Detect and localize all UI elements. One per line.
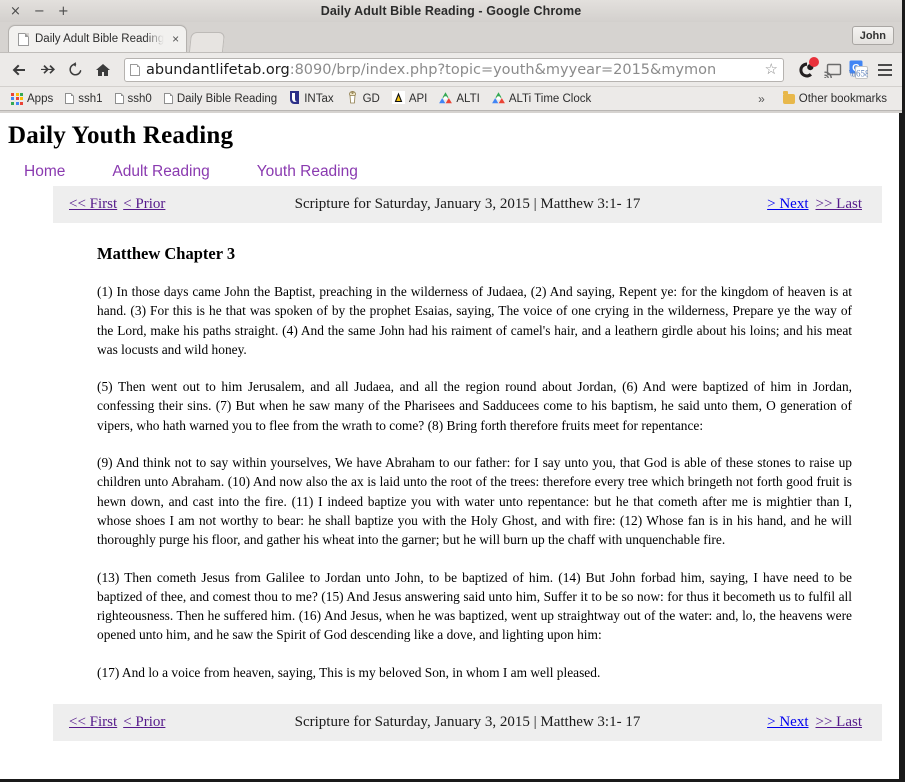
pager-top: << First < Prior Scripture for Saturday,…: [53, 186, 882, 223]
bookmark-label: ALTI: [456, 93, 479, 105]
back-icon[interactable]: [7, 58, 31, 82]
bookmark-alti-time-clock[interactable]: ALTi Time Clock: [487, 89, 596, 109]
tab-title: Daily Adult Bible Reading: [35, 33, 164, 45]
page-title: Daily Youth Reading: [8, 122, 902, 150]
folder-icon: [783, 94, 795, 104]
bookmark-label: ssh0: [128, 93, 152, 105]
document-icon: [65, 93, 74, 104]
bookmark-label: Daily Bible Reading: [177, 93, 277, 105]
intax-icon: [289, 91, 300, 107]
title-bar: × − + Daily Adult Bible Reading - Google…: [0, 0, 902, 22]
nav-item-adult-reading[interactable]: Adult Reading: [112, 163, 209, 181]
alti-icon: [492, 91, 505, 107]
bookmark-alti[interactable]: ALTI: [434, 89, 484, 109]
document-icon: [115, 93, 124, 104]
last-link[interactable]: >> Last: [816, 196, 863, 213]
extension-icon[interactable]: [796, 59, 817, 80]
bookmark-apps[interactable]: Apps: [6, 91, 58, 107]
bookmark-label: API: [409, 93, 428, 105]
pager-caption: Scripture for Saturday, January 3, 2015 …: [53, 196, 882, 213]
prior-link[interactable]: < Prior: [123, 196, 165, 213]
close-tab-icon[interactable]: ×: [172, 33, 179, 45]
url-host: abundantlifetab.org: [146, 62, 290, 78]
scripture-paragraph: (9) And think not to say within yourselv…: [97, 453, 852, 549]
browser-tab[interactable]: Daily Adult Bible Reading ×: [8, 25, 187, 52]
window-title: Daily Adult Bible Reading - Google Chrom…: [0, 4, 902, 18]
tab-favicon-icon: [18, 33, 29, 46]
cast-icon[interactable]: [822, 59, 843, 80]
browser-toolbar: abundantlifetab.org:8090/brp/index.php?t…: [0, 52, 902, 86]
url-path: :8090/brp/index.php?topic=youth&myyear=2…: [290, 62, 717, 78]
browser-window: × − + Daily Adult Bible Reading - Google…: [0, 0, 905, 782]
bookmarks-overflow-icon[interactable]: »: [753, 92, 770, 106]
first-link[interactable]: << First: [69, 196, 117, 213]
scripture-body: Matthew Chapter 3 (1) In those days came…: [53, 244, 882, 682]
forward-icon[interactable]: [35, 58, 59, 82]
api-icon: [392, 91, 405, 107]
scripture-paragraph: (1) In those days came John the Baptist,…: [97, 282, 852, 359]
pager-bottom: << First < Prior Scripture for Saturday,…: [53, 704, 882, 741]
home-icon[interactable]: [91, 58, 115, 82]
pager-left-links: << First < Prior: [53, 196, 165, 213]
prior-link[interactable]: < Prior: [123, 714, 165, 731]
bookmark-intax[interactable]: INTax: [284, 89, 338, 109]
google-translate-icon[interactable]: G \u6587: [848, 59, 869, 80]
bookmark-label: ssh1: [78, 93, 102, 105]
svg-text:\u6587: \u6587: [849, 68, 868, 78]
bookmark-label: Apps: [27, 93, 53, 105]
next-link[interactable]: > Next: [767, 714, 808, 731]
chrome-menu-icon[interactable]: [874, 59, 895, 80]
tab-strip: Daily Adult Bible Reading × John: [0, 22, 902, 52]
bookmark-star-icon[interactable]: ☆: [765, 62, 778, 77]
gd-icon: [346, 91, 359, 107]
web-page: Daily Youth Reading Home Adult Reading Y…: [0, 122, 902, 779]
pager-right-links: > Next >> Last: [767, 714, 862, 731]
bookmark-label: GD: [363, 93, 380, 105]
extension-badge: [809, 57, 819, 67]
scripture-paragraph: (5) Then went out to him Jerusalem, and …: [97, 377, 852, 435]
bookmark-api[interactable]: API: [387, 89, 433, 109]
pager-caption: Scripture for Saturday, January 3, 2015 …: [53, 714, 882, 731]
next-link[interactable]: > Next: [767, 196, 808, 213]
apps-grid-icon: [11, 93, 23, 105]
page-viewport: Daily Youth Reading Home Adult Reading Y…: [0, 113, 902, 779]
bookmarks-bar: Apps ssh1 ssh0 Daily Bible Reading INTax: [0, 86, 902, 111]
document-icon: [164, 93, 173, 104]
scripture-paragraph: (13) Then cometh Jesus from Galilee to J…: [97, 568, 852, 645]
new-tab-button[interactable]: [189, 32, 225, 52]
other-bookmarks-label: Other bookmarks: [799, 93, 887, 105]
page-favicon-icon: [130, 64, 140, 76]
pager-left-links: << First < Prior: [53, 714, 165, 731]
bookmark-daily-bible-reading[interactable]: Daily Bible Reading: [159, 91, 282, 107]
other-bookmarks-folder[interactable]: Other bookmarks: [778, 91, 892, 107]
site-navigation: Home Adult Reading Youth Reading: [0, 163, 902, 181]
pager-right-links: > Next >> Last: [767, 196, 862, 213]
bookmark-label: INTax: [304, 93, 333, 105]
scripture-paragraph: (17) And lo a voice from heaven, saying,…: [97, 663, 852, 682]
nav-item-home[interactable]: Home: [24, 163, 65, 181]
bookmark-gd[interactable]: GD: [341, 89, 385, 109]
address-bar[interactable]: abundantlifetab.org:8090/brp/index.php?t…: [124, 58, 784, 82]
extension-icons: G \u6587: [793, 59, 895, 80]
address-bar-url: abundantlifetab.org:8090/brp/index.php?t…: [146, 62, 761, 78]
bookmark-ssh0[interactable]: ssh0: [110, 91, 157, 107]
bookmark-ssh1[interactable]: ssh1: [60, 91, 107, 107]
last-link[interactable]: >> Last: [816, 714, 863, 731]
profile-button[interactable]: John: [852, 26, 894, 45]
nav-item-youth-reading[interactable]: Youth Reading: [257, 163, 358, 181]
reload-icon[interactable]: [63, 58, 87, 82]
window-right-edge: [899, 113, 902, 782]
chapter-heading: Matthew Chapter 3: [97, 244, 852, 264]
bookmark-label: ALTi Time Clock: [509, 93, 591, 105]
content-wrapper: << First < Prior Scripture for Saturday,…: [53, 186, 882, 741]
first-link[interactable]: << First: [69, 714, 117, 731]
alti-icon: [439, 91, 452, 107]
